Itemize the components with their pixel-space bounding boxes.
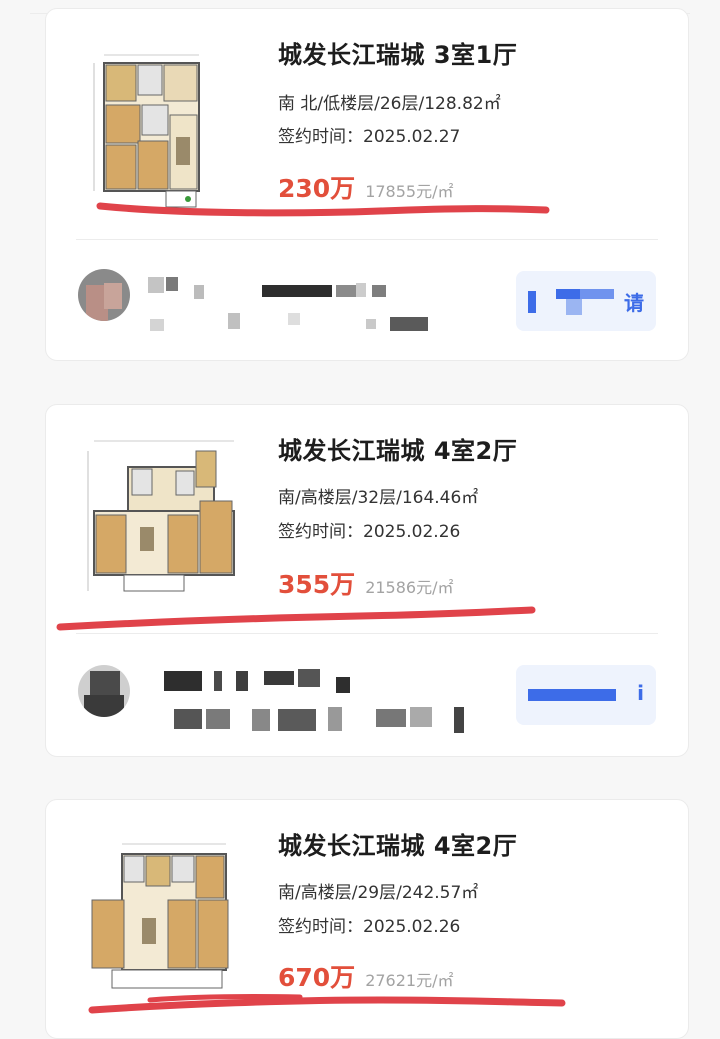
floor-plan-image bbox=[84, 431, 254, 601]
listing-card[interactable]: 城发长江瑞城 4室2厅 南/高楼层/29层/242.57㎡ 签约时间：2025.… bbox=[45, 799, 689, 1039]
listing-title[interactable]: 城发长江瑞城 3室1厅 bbox=[278, 35, 517, 70]
agent-row[interactable]: 请 bbox=[46, 247, 688, 347]
contact-button-label: 请 bbox=[624, 291, 644, 315]
sign-date-value: 2025.02.26 bbox=[363, 522, 461, 542]
sign-date-value: 2025.02.27 bbox=[363, 127, 461, 147]
sign-date-row: 签约时间：2025.02.26 bbox=[278, 517, 460, 542]
agent-avatar[interactable] bbox=[78, 269, 130, 321]
listing-title[interactable]: 城发长江瑞城 4室2厅 bbox=[278, 826, 517, 861]
card-divider bbox=[76, 239, 658, 240]
sign-date-value: 2025.02.26 bbox=[363, 917, 461, 937]
sign-date-label: 签约时间： bbox=[278, 917, 363, 937]
listing-details: 南/高楼层/32层/164.46㎡ bbox=[278, 488, 479, 508]
unit-price: 17855元/㎡ bbox=[365, 182, 454, 201]
sign-date-label: 签约时间： bbox=[278, 522, 363, 542]
floor-plan-image bbox=[84, 45, 254, 215]
price-row: 355万 21586元/㎡ bbox=[278, 565, 453, 601]
price-row: 670万 27621元/㎡ bbox=[278, 958, 453, 994]
listing-card[interactable]: 城发长江瑞城 3室1厅 南 北/低楼层/26层/128.82㎡ 签约时间：202… bbox=[45, 8, 689, 361]
contact-button-label: i bbox=[637, 681, 644, 705]
unit-price: 21586元/㎡ bbox=[365, 578, 454, 597]
sign-date-label: 签约时间： bbox=[278, 127, 363, 147]
sign-date-row: 签约时间：2025.02.27 bbox=[278, 122, 460, 147]
unit-price: 27621元/㎡ bbox=[365, 971, 454, 990]
listing-details: 南 北/低楼层/26层/128.82㎡ bbox=[278, 94, 501, 114]
price-row: 230万 17855元/㎡ bbox=[278, 169, 453, 205]
listing-details: 南/高楼层/29层/242.57㎡ bbox=[278, 883, 479, 903]
contact-agent-button[interactable]: i bbox=[516, 665, 656, 725]
total-price: 230万 bbox=[278, 174, 356, 203]
listing-card[interactable]: 城发长江瑞城 4室2厅 南/高楼层/32层/164.46㎡ 签约时间：2025.… bbox=[45, 404, 689, 757]
agent-row[interactable]: i bbox=[46, 641, 688, 741]
listing-title[interactable]: 城发长江瑞城 4室2厅 bbox=[278, 431, 517, 466]
sign-date-row: 签约时间：2025.02.26 bbox=[278, 912, 460, 937]
floor-plan-image bbox=[84, 830, 254, 1000]
total-price: 355万 bbox=[278, 570, 356, 599]
contact-agent-button[interactable]: 请 bbox=[516, 271, 656, 331]
card-divider bbox=[76, 633, 658, 634]
total-price: 670万 bbox=[278, 963, 356, 992]
agent-avatar[interactable] bbox=[78, 665, 130, 717]
